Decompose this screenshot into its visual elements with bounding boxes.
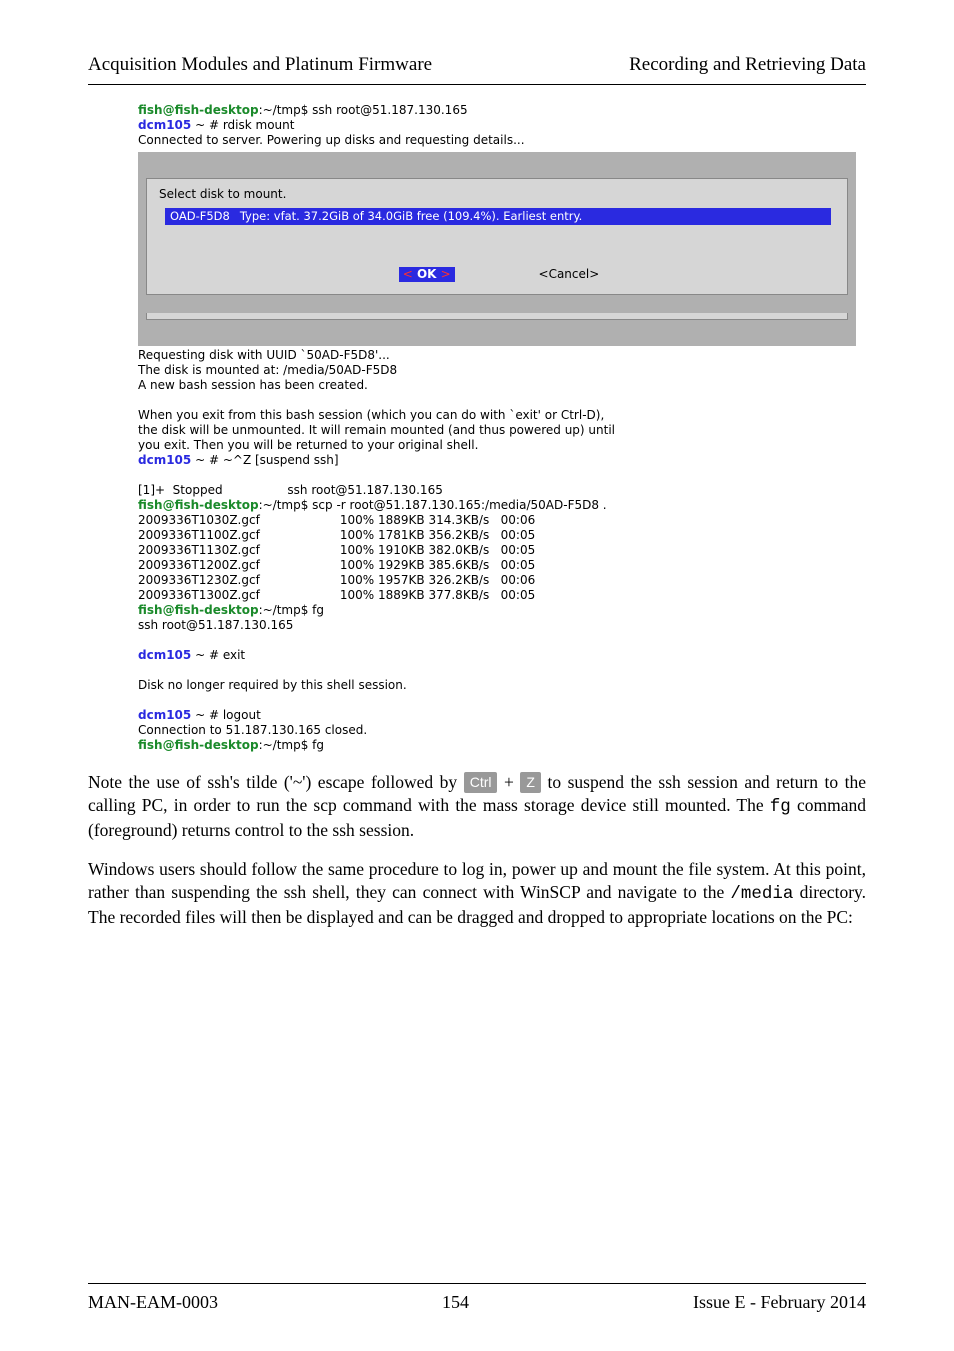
requesting-disk: Requesting disk with UUID `50AD-F5D8'... [138,348,856,363]
scp-row: 2009336T1130Z.gcf 100% 1910KB 382.0KB/s … [138,543,856,558]
body-text: Note the use of ssh's tilde ('~') escape… [88,771,866,930]
explain-2: the disk will be unmounted. It will rema… [138,423,856,438]
dcm-prompt-suffix: ~ # [191,118,223,132]
plus: + [497,772,520,792]
page-header: Acquisition Modules and Platinum Firmwar… [88,48,866,85]
prompt-host: fish@fish-desktop [138,103,259,117]
explain-1: When you exit from this bash session (wh… [138,408,856,423]
header-left: Acquisition Modules and Platinum Firmwar… [88,54,432,76]
disk-option[interactable]: OAD-F5D8 Type: vfat. 37.2GiB of 34.0GiB … [165,208,831,225]
footer-right: Issue E - February 2014 [693,1292,866,1313]
dcm-prompt-logout: dcm105 [138,708,191,722]
fg-cmd: fg [308,603,324,617]
dcm-prompt-exit: dcm105 [138,648,191,662]
mono-media: /media [730,884,793,904]
cancel-button[interactable]: <Cancel> [539,267,600,281]
kbd-z: Z [520,772,541,793]
scp-cmd: scp -r root@51.187.130.165:/media/50AD-F… [308,498,606,512]
suspend-seq: ~^Z [suspend ssh] [219,453,339,467]
dcm-prompt-suspend: dcm105 [138,453,191,467]
page-footer: MAN-EAM-0003 154 Issue E - February 2014 [88,1283,866,1313]
scp-row: 2009336T1300Z.gcf 100% 1889KB 377.8KB/s … [138,588,856,603]
ok-button[interactable]: < OK > [399,267,455,282]
prompt-path: :~/tmp$ [259,103,309,117]
footer-left: MAN-EAM-0003 [88,1292,218,1313]
prompt-path-scp: :~/tmp$ [259,498,309,512]
select-disk-label: Select disk to mount. [159,187,839,202]
disk-uuid: OAD-F5D8 [165,208,235,225]
mono-fg: fg [770,797,791,817]
conn-closed: Connection to 51.187.130.165 closed. [138,723,856,738]
exit-cmd: exit [223,648,245,662]
scp-row: 2009336T1100Z.gcf 100% 1781KB 356.2KB/s … [138,528,856,543]
scp-row: 2009336T1200Z.gcf 100% 1929KB 385.6KB/s … [138,558,856,573]
header-right: Recording and Retrieving Data [629,54,866,76]
prompt-host-fg: fish@fish-desktop [138,603,259,617]
connected-msg: Connected to server. Powering up disks a… [138,133,856,148]
prompt-host-final: fish@fish-desktop [138,738,259,752]
disk-done: Disk no longer required by this shell se… [138,678,856,693]
ssh-resume: ssh root@51.187.130.165 [138,618,856,633]
scp-row: 2009336T1030Z.gcf 100% 1889KB 314.3KB/s … [138,513,856,528]
p1-a: Note the use of ssh's tilde ('~') escape… [88,772,464,792]
tui-dialog: Select disk to mount. OAD-F5D8 Type: vfa… [138,152,856,346]
logout-cmd: logout [223,708,261,722]
dcm-prompt: dcm105 [138,118,191,132]
terminal-transcript: fish@fish-desktop:~/tmp$ ssh root@51.187… [138,103,856,753]
prompt-host-scp: fish@fish-desktop [138,498,259,512]
bash-created: A new bash session has been created. [138,378,856,393]
kbd-ctrl: Ctrl [464,772,498,793]
cmd-ssh: ssh root@51.187.130.165 [308,103,467,117]
stopped-line: [1]+ Stopped ssh root@51.187.130.165 [138,483,856,498]
footer-center: 154 [442,1292,469,1313]
explain-3: you exit. Then you will be returned to y… [138,438,856,453]
disk-desc: Type: vfat. 37.2GiB of 34.0GiB free (109… [235,208,832,225]
mounted-at: The disk is mounted at: /media/50AD-F5D8 [138,363,856,378]
cmd-rdisk: rdisk mount [223,118,295,132]
scp-row: 2009336T1230Z.gcf 100% 1957KB 326.2KB/s … [138,573,856,588]
